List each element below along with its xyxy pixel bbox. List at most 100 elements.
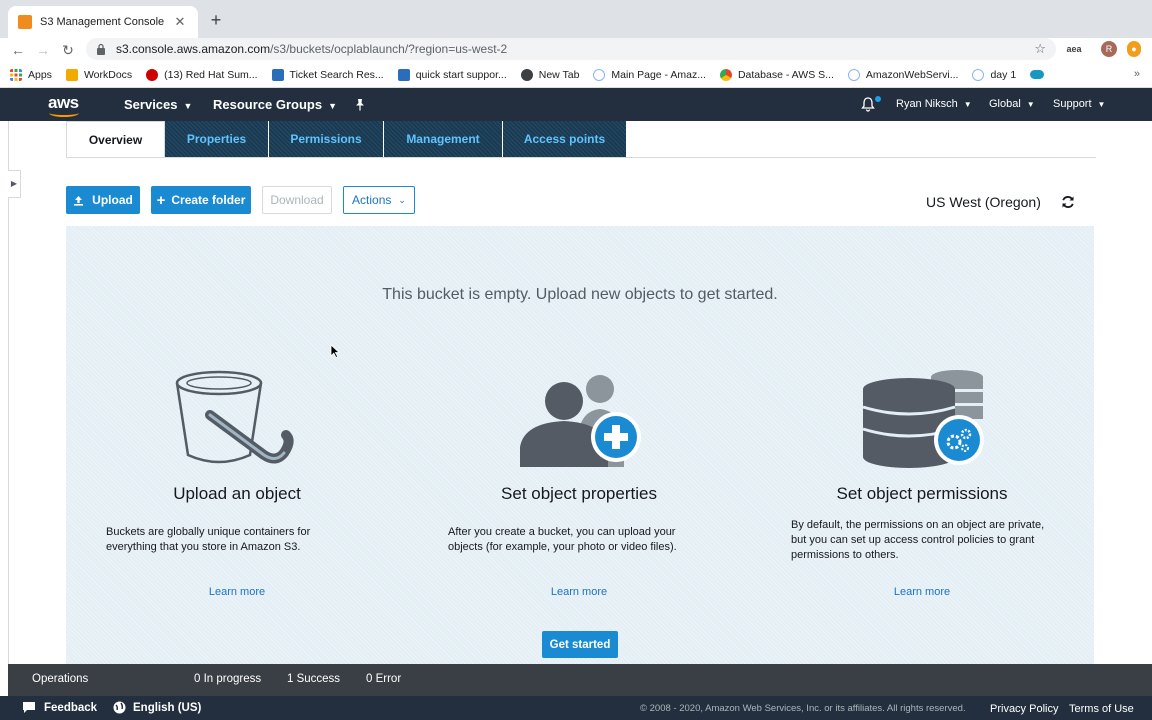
caret-down-icon: ▼ bbox=[963, 100, 972, 109]
reload-icon[interactable]: ↻ bbox=[58, 40, 78, 60]
feedback-button[interactable]: Feedback bbox=[22, 701, 97, 714]
upload-icon bbox=[74, 195, 84, 206]
notification-badge bbox=[875, 96, 881, 102]
bookmark-item[interactable]: Apps bbox=[10, 68, 52, 81]
browser-toolbar: ← → ↻ s3.console.aws.amazon.com/s3/bucke… bbox=[0, 38, 1152, 62]
extension-orange-icon[interactable]: ● bbox=[1127, 41, 1141, 57]
language-selector[interactable]: English (US) bbox=[113, 701, 201, 714]
globe-icon bbox=[113, 701, 126, 714]
card-desc-permissions: By default, the permissions on an object… bbox=[791, 519, 1045, 561]
create-folder-button[interactable]: + Create folder bbox=[151, 186, 251, 214]
tab-management[interactable]: Management bbox=[384, 121, 503, 157]
wiki-icon bbox=[972, 68, 985, 81]
get-started-button[interactable]: Get started bbox=[542, 631, 618, 658]
redhat-icon bbox=[146, 68, 159, 81]
mouse-cursor-icon bbox=[330, 344, 340, 358]
bookmark-item[interactable]: Ticket Search Res... bbox=[271, 68, 384, 81]
profile-avatar[interactable]: R bbox=[1101, 41, 1117, 57]
tab-properties[interactable]: Properties bbox=[165, 121, 269, 157]
bucket-region: US West (Oregon) bbox=[926, 194, 1041, 210]
bookmarks-overflow-icon[interactable]: » bbox=[1134, 68, 1140, 80]
learn-more-permissions-link[interactable]: Learn more bbox=[862, 586, 982, 598]
tab-divider bbox=[66, 157, 1096, 158]
aws-logo[interactable]: aws bbox=[48, 93, 84, 117]
aws-favicon-icon bbox=[18, 15, 32, 29]
sidebar-expand-icon[interactable]: ▶ bbox=[8, 170, 21, 198]
aws-top-navigation: aws Services ▼ Resource Groups ▼ Ryan Niks… bbox=[0, 88, 1152, 121]
resource-groups-menu[interactable]: Resource Groups ▼ bbox=[213, 97, 337, 112]
chrome-icon bbox=[719, 68, 732, 81]
card-title-upload: Upload an object bbox=[173, 484, 301, 503]
card-desc-properties: After you create a bucket, you can uploa… bbox=[448, 526, 677, 553]
empty-bucket-message: This bucket is empty. Upload new objects… bbox=[382, 286, 778, 303]
card-title-properties: Set object properties bbox=[501, 484, 657, 503]
bookmark-item[interactable]: Database - AWS S... bbox=[719, 68, 834, 81]
feedback-speech-icon bbox=[23, 702, 35, 713]
notifications-bell-icon[interactable] bbox=[860, 96, 876, 112]
user-menu[interactable]: Ryan Niksch ▼ bbox=[896, 98, 972, 110]
forward-arrow-icon[interactable]: → bbox=[33, 40, 53, 60]
caret-down-icon: ▼ bbox=[328, 101, 338, 111]
workdocs-icon bbox=[65, 68, 78, 81]
bookmark-item[interactable]: day 1 bbox=[972, 68, 1016, 81]
wiki-icon bbox=[593, 68, 606, 81]
url-text: s3.console.aws.amazon.com/s3/buckets/ocp… bbox=[116, 42, 508, 56]
database-permissions-icon bbox=[862, 370, 984, 468]
tab-permissions[interactable]: Permissions bbox=[269, 121, 384, 157]
aws-smile-icon bbox=[49, 109, 79, 117]
bookmark-item[interactable]: AmazonWebServi... bbox=[847, 68, 958, 81]
copyright-text: © 2008 - 2020, Amazon Web Services, Inc.… bbox=[640, 703, 966, 714]
quickstart-icon bbox=[397, 68, 410, 81]
bucket-tabs: Overview Properties Permissions Manageme… bbox=[66, 121, 627, 158]
bookmark-item[interactable]: Main Page - Amaz... bbox=[593, 68, 706, 81]
card-desc-upload: Buckets are globally unique containers f… bbox=[106, 526, 311, 553]
users-add-icon bbox=[520, 375, 641, 467]
extension-aea-icon[interactable]: aea bbox=[1066, 41, 1082, 57]
privacy-policy-link[interactable]: Privacy Policy bbox=[990, 703, 1058, 715]
actions-dropdown[interactable]: Actions ⌄ bbox=[343, 186, 415, 214]
salesforce-cloud-icon bbox=[1030, 70, 1045, 79]
plus-icon: + bbox=[156, 191, 166, 209]
region-menu[interactable]: Global ▼ bbox=[989, 98, 1035, 110]
browser-tab-title: S3 Management Console bbox=[40, 16, 165, 28]
back-arrow-icon[interactable]: ← bbox=[8, 40, 28, 60]
learn-more-properties-link[interactable]: Learn more bbox=[519, 586, 639, 598]
operations-error[interactable]: 0 Error bbox=[366, 673, 401, 685]
refresh-icon[interactable] bbox=[1060, 194, 1076, 210]
tab-overview[interactable]: Overview bbox=[66, 121, 165, 158]
bucket-upload-icon bbox=[175, 370, 294, 464]
caret-down-icon: ▼ bbox=[1097, 100, 1106, 109]
operations-bar[interactable]: Operations 0 In progress 1 Success 0 Err… bbox=[8, 664, 1152, 696]
sidebar-collapsed bbox=[0, 121, 9, 664]
new-tab-button[interactable]: + bbox=[205, 9, 227, 31]
caret-down-icon: ▼ bbox=[1026, 100, 1035, 109]
upload-button[interactable]: Upload bbox=[66, 186, 140, 214]
learn-more-upload-link[interactable]: Learn more bbox=[177, 586, 297, 598]
services-menu[interactable]: Services ▼ bbox=[124, 97, 192, 112]
operations-label: Operations bbox=[32, 673, 89, 685]
close-tab-icon[interactable]: ✕ bbox=[172, 14, 188, 30]
operations-success[interactable]: 1 Success bbox=[287, 673, 340, 685]
bookmark-item[interactable]: New Tab bbox=[520, 68, 579, 81]
bookmark-item[interactable]: (13) Red Hat Sum... bbox=[146, 68, 258, 81]
globe-icon bbox=[520, 68, 533, 81]
pin-icon[interactable] bbox=[354, 98, 366, 111]
wiki-icon bbox=[847, 68, 860, 81]
bookmark-star-icon[interactable]: ☆ bbox=[1034, 41, 1046, 57]
tab-access-points[interactable]: Access points bbox=[503, 121, 627, 157]
support-menu[interactable]: Support ▼ bbox=[1053, 98, 1105, 110]
card-title-permissions: Set object permissions bbox=[836, 484, 1008, 503]
download-button[interactable]: Download bbox=[262, 186, 332, 214]
caret-down-icon: ▼ bbox=[183, 101, 193, 111]
chevron-down-icon: ⌄ bbox=[398, 194, 406, 205]
address-bar[interactable]: s3.console.aws.amazon.com/s3/buckets/ocp… bbox=[86, 38, 1056, 60]
bookmark-item[interactable] bbox=[1030, 70, 1050, 79]
browser-tab[interactable]: S3 Management Console ✕ bbox=[8, 6, 198, 38]
bookmark-item[interactable]: WorkDocs bbox=[65, 68, 132, 81]
terms-of-use-link[interactable]: Terms of Use bbox=[1069, 703, 1134, 715]
bookmark-item[interactable]: quick start suppor... bbox=[397, 68, 507, 81]
apps-grid-icon bbox=[10, 68, 22, 81]
operations-in-progress[interactable]: 0 In progress bbox=[194, 673, 261, 685]
lock-icon bbox=[97, 43, 105, 55]
browser-tab-strip: S3 Management Console ✕ + bbox=[0, 0, 1152, 38]
